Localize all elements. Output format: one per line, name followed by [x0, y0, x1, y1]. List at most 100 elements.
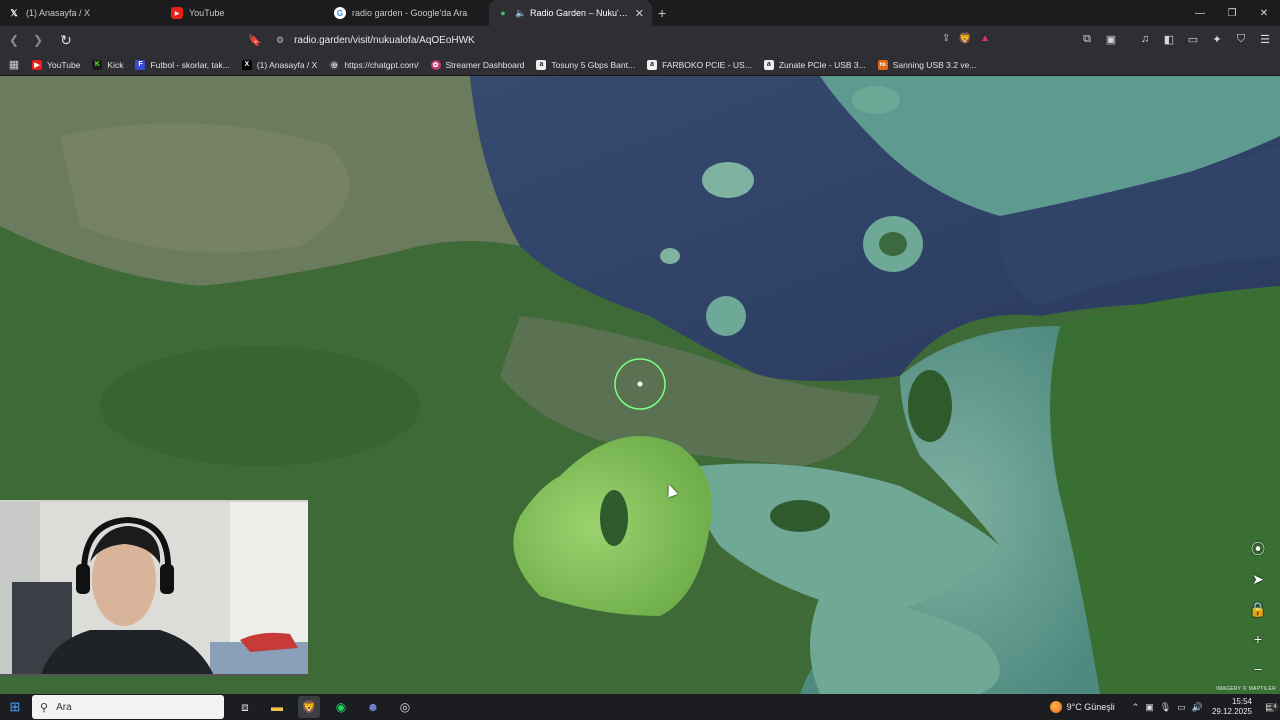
- station-dot[interactable]: [637, 381, 643, 387]
- apps-grid-icon[interactable]: ▦: [2, 58, 26, 71]
- x-logo-icon: X: [241, 59, 252, 70]
- close-tab-icon[interactable]: ✕: [635, 7, 644, 20]
- weather-widget[interactable]: 9°C Güneşli: [1049, 701, 1115, 713]
- streamer-dashboard-icon: ✿: [430, 59, 441, 70]
- close-window-icon[interactable]: ✕: [1248, 0, 1280, 26]
- file-explorer-icon[interactable]: ▬: [266, 696, 288, 718]
- brave-shields-icon[interactable]: 🦁: [958, 32, 972, 45]
- bookmark-label: FARBOKO PCIE - US...: [662, 59, 752, 70]
- kick-icon: K: [92, 59, 103, 70]
- amazon-icon: a: [536, 59, 547, 70]
- microphone-icon[interactable]: 🎙: [1160, 702, 1171, 713]
- bookmark-label: (1) Anasayfa / X: [256, 59, 318, 70]
- share-icon[interactable]: ⇪: [942, 33, 950, 44]
- system-tray: 9°C Güneşli ⌃ ▣ 🎙 ▭ 🔊 15:54 29.12.2025 ▤…: [1049, 694, 1280, 720]
- task-view-icon[interactable]: ⧈: [234, 696, 256, 718]
- reload-icon[interactable]: ↻: [56, 30, 76, 50]
- audio-playing-icon: ●: [500, 8, 506, 18]
- tab-title: radio garden - Google'da Ara: [352, 8, 468, 18]
- discord-icon[interactable]: ☻: [362, 696, 384, 718]
- taskbar-search[interactable]: ⚲ Ara: [32, 695, 224, 719]
- volume-icon[interactable]: 🔊: [1192, 702, 1203, 713]
- notification-badge: 4: [1271, 702, 1279, 711]
- bookmark-label: YouTube: [47, 59, 81, 70]
- locate-icon[interactable]: ➤: [1244, 568, 1272, 590]
- extension-icons: ⧉ ▣ ♫ ◧ ▭ ✦ ⛉ ☰: [1078, 30, 1274, 48]
- tab-search-icon[interactable]: ▣: [1102, 30, 1120, 48]
- google-icon: G: [334, 7, 346, 19]
- bookmark-label: Tosuny 5 Gbps Bant...: [551, 59, 636, 70]
- bookmark-label: Futbol - skorlar, tak...: [150, 59, 230, 70]
- bookmark-futbol[interactable]: F Futbol - skorlar, tak...: [129, 54, 235, 76]
- obs-icon[interactable]: ◎: [394, 696, 416, 718]
- tab-strip: 𝕏 (1) Anasayfa / X ▶ YouTube G radio gar…: [0, 0, 1280, 26]
- bookmarks-bar: ▦ ▶ YouTube K Kick F Futbol - skorlar, t…: [0, 54, 1280, 76]
- bookmark-page-icon[interactable]: 🔖: [247, 30, 263, 50]
- tab-x[interactable]: 𝕏 (1) Anasayfa / X: [0, 0, 163, 26]
- webcam-feed: [0, 502, 308, 676]
- tab-radio-garden[interactable]: ● 🔈 Radio Garden – Nuku'alofa ✕: [489, 0, 652, 26]
- bookmark-label: https://chatgpt.com/: [344, 59, 419, 70]
- window-controls: — ❐ ✕: [1184, 0, 1280, 26]
- bookmark-sanning[interactable]: hb Sanning USB 3.2 ve...: [872, 54, 983, 76]
- chevron-up-icon[interactable]: ⌃: [1132, 702, 1140, 713]
- address-bar[interactable]: ⚙ radio.garden/visit/nukualofa/AqOEoHWK …: [270, 29, 990, 51]
- forward-icon[interactable]: ❯: [28, 30, 48, 50]
- radio-tower-icon[interactable]: ⦿: [1244, 538, 1272, 560]
- search-icon: ⚲: [40, 701, 49, 714]
- tab-youtube[interactable]: ▶ YouTube: [163, 0, 326, 26]
- bookmark-tosuny[interactable]: a Tosuny 5 Gbps Bant...: [530, 54, 641, 76]
- windows-taskbar: ⊞ ⚲ Ara ⧈ ▬ 🦁 ◉ ☻ ◎ 9°C Güneşli ⌃ ▣ 🎙 ▭ …: [0, 694, 1280, 720]
- minimize-icon[interactable]: —: [1184, 0, 1216, 26]
- brave-browser-icon[interactable]: 🦁: [298, 696, 320, 718]
- zoom-in-icon[interactable]: +: [1244, 628, 1272, 650]
- vpn-icon[interactable]: ⛉: [1232, 30, 1250, 48]
- youtube-icon: ▶: [32, 59, 42, 70]
- restore-icon[interactable]: ❐: [1216, 0, 1248, 26]
- tab-title: Radio Garden – Nuku'alofa: [530, 8, 631, 18]
- tab-title: (1) Anasayfa / X: [26, 8, 91, 18]
- back-icon[interactable]: ❮: [4, 30, 24, 50]
- bookmark-streamer-dashboard[interactable]: ✿ Streamer Dashboard: [425, 54, 531, 76]
- sidebar-icon[interactable]: ◧: [1160, 30, 1178, 48]
- brave-rewards-icon[interactable]: ▲: [980, 33, 990, 44]
- chatgpt-icon: ◎: [329, 59, 340, 70]
- map-attribution: IMAGERY © MAPTILER: [1216, 686, 1276, 692]
- lock-icon[interactable]: 🔒: [1244, 598, 1272, 620]
- bookmark-kick[interactable]: K Kick: [86, 54, 129, 76]
- clock-date: 29.12.2025: [1211, 707, 1252, 716]
- spotify-icon[interactable]: ◉: [330, 696, 352, 718]
- new-tab-button[interactable]: +: [658, 5, 666, 21]
- bookmark-label: Zunate PCIe - USB 3...: [778, 59, 866, 70]
- zoom-out-icon[interactable]: −: [1244, 658, 1272, 680]
- app-tray-icon[interactable]: ▣: [1145, 702, 1154, 713]
- wallet-icon[interactable]: ▭: [1184, 30, 1202, 48]
- extensions-icon[interactable]: ⧉: [1078, 30, 1096, 48]
- bookmark-youtube[interactable]: ▶ YouTube: [26, 54, 86, 76]
- leo-ai-icon[interactable]: ✦: [1208, 30, 1226, 48]
- bookmark-label: Sanning USB 3.2 ve...: [892, 59, 977, 70]
- menu-icon[interactable]: ☰: [1256, 30, 1274, 48]
- flashscore-icon: F: [135, 59, 146, 70]
- bookmark-chatgpt[interactable]: ◎ https://chatgpt.com/: [323, 54, 424, 76]
- site-info-icon[interactable]: ⚙: [276, 35, 284, 46]
- bookmark-x[interactable]: X (1) Anasayfa / X: [236, 54, 323, 76]
- bookmark-zunate[interactable]: a Zunate PCIe - USB 3...: [758, 54, 872, 76]
- clock-time: 15:54: [1231, 697, 1252, 706]
- hepsiburada-icon: hb: [877, 59, 888, 70]
- media-controls-icon[interactable]: ♫: [1136, 30, 1154, 48]
- clock[interactable]: 15:54 29.12.2025: [1212, 697, 1252, 717]
- notification-icon[interactable]: ▤ 4: [1260, 702, 1280, 713]
- webcam-overlay: [0, 500, 308, 676]
- bookmark-farboko[interactable]: a FARBOKO PCIE - US...: [641, 54, 758, 76]
- bookmark-label: Streamer Dashboard: [445, 59, 525, 70]
- tab-google-search[interactable]: G radio garden - Google'da Ara: [326, 0, 489, 26]
- amazon-icon: a: [647, 59, 658, 70]
- map-controls: ⦿ ➤ 🔒 + −: [1244, 538, 1272, 680]
- omnibox-actions: ⇪ 🦁 ▲: [942, 32, 990, 45]
- windows-start-icon[interactable]: ⊞: [0, 694, 30, 720]
- network-icon[interactable]: ▭: [1177, 702, 1186, 713]
- speaker-icon: 🔈: [515, 7, 527, 18]
- search-placeholder: Ara: [56, 701, 72, 713]
- youtube-icon: ▶: [171, 7, 183, 19]
